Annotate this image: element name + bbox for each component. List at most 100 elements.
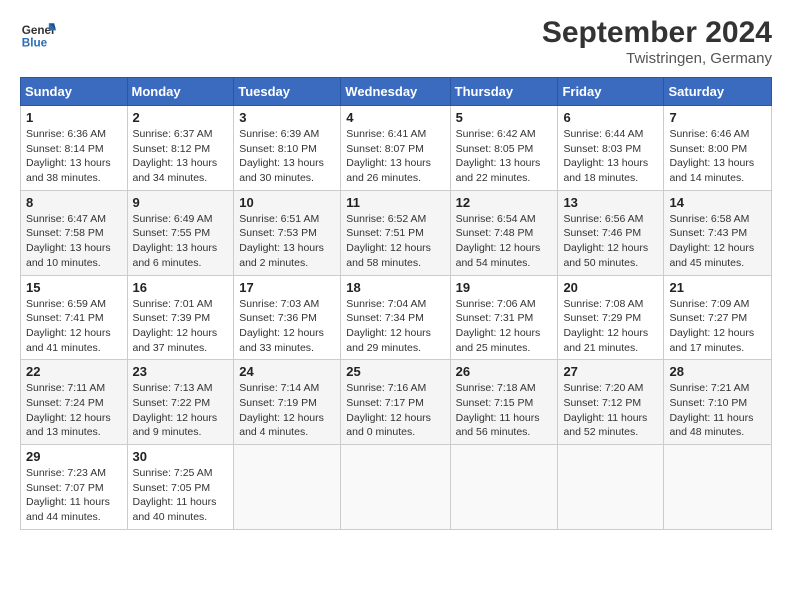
day-number: 24 (239, 364, 335, 379)
table-row (341, 445, 450, 530)
calendar-week-row: 15 Sunrise: 6:59 AMSunset: 7:41 PMDayligh… (21, 275, 772, 360)
day-number: 25 (346, 364, 444, 379)
table-row: 19 Sunrise: 7:06 AMSunset: 7:31 PMDayligh… (450, 275, 558, 360)
table-row: 24 Sunrise: 7:14 AMSunset: 7:19 PMDayligh… (234, 360, 341, 445)
day-number: 5 (456, 110, 553, 125)
title-block: September 2024 Twistringen, Germany (542, 16, 772, 67)
day-info: Sunrise: 7:13 AMSunset: 7:22 PMDaylight:… (133, 381, 229, 440)
day-info: Sunrise: 7:23 AMSunset: 7:07 PMDaylight:… (26, 466, 122, 525)
table-row: 4 Sunrise: 6:41 AMSunset: 8:07 PMDaylight… (341, 106, 450, 191)
table-row: 28Sunrise: 7:21 AMSunset: 7:10 PMDayligh… (664, 360, 772, 445)
table-row: 8 Sunrise: 6:47 AMSunset: 7:58 PMDaylight… (21, 190, 128, 275)
day-number: 16 (133, 280, 229, 295)
day-info: Sunrise: 7:20 AMSunset: 7:12 PMDaylight:… (563, 381, 658, 440)
day-info: Sunrise: 7:08 AMSunset: 7:29 PMDaylight:… (563, 297, 658, 356)
day-info: Sunrise: 6:41 AMSunset: 8:07 PMDaylight:… (346, 127, 444, 186)
col-tuesday: Tuesday (234, 78, 341, 106)
day-number: 8 (26, 195, 122, 210)
table-row: 10 Sunrise: 6:51 AMSunset: 7:53 PMDayligh… (234, 190, 341, 275)
table-row: 20 Sunrise: 7:08 AMSunset: 7:29 PMDayligh… (558, 275, 664, 360)
table-row: 22Sunrise: 7:11 AMSunset: 7:24 PMDayligh… (21, 360, 128, 445)
day-info: Sunrise: 6:36 AMSunset: 8:14 PMDaylight:… (26, 127, 122, 186)
day-number: 3 (239, 110, 335, 125)
table-row: 16 Sunrise: 7:01 AMSunset: 7:39 PMDayligh… (127, 275, 234, 360)
logo: General Blue (20, 16, 56, 52)
day-number: 4 (346, 110, 444, 125)
table-row: 6 Sunrise: 6:44 AMSunset: 8:03 PMDaylight… (558, 106, 664, 191)
day-number: 23 (133, 364, 229, 379)
table-row: 21Sunrise: 7:09 AMSunset: 7:27 PMDayligh… (664, 275, 772, 360)
day-info: Sunrise: 6:56 AMSunset: 7:46 PMDaylight:… (563, 212, 658, 271)
table-row: 2Sunrise: 6:37 AMSunset: 8:12 PMDaylight… (127, 106, 234, 191)
day-info: Sunrise: 7:14 AMSunset: 7:19 PMDaylight:… (239, 381, 335, 440)
table-row: 30 Sunrise: 7:25 AMSunset: 7:05 PMDayligh… (127, 445, 234, 530)
page-title: September 2024 (542, 16, 772, 50)
calendar-table: Sunday Monday Tuesday Wednesday Thursday… (20, 77, 772, 530)
day-info: Sunrise: 7:06 AMSunset: 7:31 PMDaylight:… (456, 297, 553, 356)
day-info: Sunrise: 6:58 AMSunset: 7:43 PMDaylight:… (669, 212, 766, 271)
day-number: 21 (669, 280, 766, 295)
day-number: 30 (133, 449, 229, 464)
day-info: Sunrise: 6:49 AMSunset: 7:55 PMDaylight:… (133, 212, 229, 271)
table-row: 12 Sunrise: 6:54 AMSunset: 7:48 PMDayligh… (450, 190, 558, 275)
calendar-header-row: Sunday Monday Tuesday Wednesday Thursday… (21, 78, 772, 106)
col-thursday: Thursday (450, 78, 558, 106)
day-number: 10 (239, 195, 335, 210)
table-row: 25 Sunrise: 7:16 AMSunset: 7:17 PMDayligh… (341, 360, 450, 445)
day-info: Sunrise: 6:52 AMSunset: 7:51 PMDaylight:… (346, 212, 444, 271)
day-info: Sunrise: 7:04 AMSunset: 7:34 PMDaylight:… (346, 297, 444, 356)
day-number: 12 (456, 195, 553, 210)
day-info: Sunrise: 7:01 AMSunset: 7:39 PMDaylight:… (133, 297, 229, 356)
table-row: 18Sunrise: 7:04 AMSunset: 7:34 PMDayligh… (341, 275, 450, 360)
table-row: 5 Sunrise: 6:42 AMSunset: 8:05 PMDaylight… (450, 106, 558, 191)
table-row: 13 Sunrise: 6:56 AMSunset: 7:46 PMDayligh… (558, 190, 664, 275)
svg-text:Blue: Blue (22, 37, 48, 50)
page-subtitle: Twistringen, Germany (542, 50, 772, 67)
table-row: 7Sunrise: 6:46 AMSunset: 8:00 PMDaylight… (664, 106, 772, 191)
table-row (664, 445, 772, 530)
day-number: 11 (346, 195, 444, 210)
table-row: 27 Sunrise: 7:20 AMSunset: 7:12 PMDayligh… (558, 360, 664, 445)
day-info: Sunrise: 7:25 AMSunset: 7:05 PMDaylight:… (133, 466, 229, 525)
table-row: 14 Sunrise: 6:58 AMSunset: 7:43 PMDayligh… (664, 190, 772, 275)
table-row: 9 Sunrise: 6:49 AMSunset: 7:55 PMDaylight… (127, 190, 234, 275)
day-info: Sunrise: 7:11 AMSunset: 7:24 PMDaylight:… (26, 381, 122, 440)
day-info: Sunrise: 6:39 AMSunset: 8:10 PMDaylight:… (239, 127, 335, 186)
table-row: 23 Sunrise: 7:13 AMSunset: 7:22 PMDayligh… (127, 360, 234, 445)
day-info: Sunrise: 6:54 AMSunset: 7:48 PMDaylight:… (456, 212, 553, 271)
table-row: 1 Sunrise: 6:36 AMSunset: 8:14 PMDaylight… (21, 106, 128, 191)
day-number: 7 (669, 110, 766, 125)
day-info: Sunrise: 7:18 AMSunset: 7:15 PMDaylight:… (456, 381, 553, 440)
col-wednesday: Wednesday (341, 78, 450, 106)
table-row: 26 Sunrise: 7:18 AMSunset: 7:15 PMDayligh… (450, 360, 558, 445)
table-row: 29 Sunrise: 7:23 AMSunset: 7:07 PMDayligh… (21, 445, 128, 530)
day-number: 19 (456, 280, 553, 295)
day-number: 17 (239, 280, 335, 295)
calendar-week-row: 8 Sunrise: 6:47 AMSunset: 7:58 PMDaylight… (21, 190, 772, 275)
table-row: 17Sunrise: 7:03 AMSunset: 7:36 PMDayligh… (234, 275, 341, 360)
col-friday: Friday (558, 78, 664, 106)
day-number: 13 (563, 195, 658, 210)
calendar-week-row: 29 Sunrise: 7:23 AMSunset: 7:07 PMDayligh… (21, 445, 772, 530)
day-number: 26 (456, 364, 553, 379)
day-number: 20 (563, 280, 658, 295)
day-info: Sunrise: 6:51 AMSunset: 7:53 PMDaylight:… (239, 212, 335, 271)
table-row (558, 445, 664, 530)
day-info: Sunrise: 6:59 AMSunset: 7:41 PMDaylight:… (26, 297, 122, 356)
day-number: 9 (133, 195, 229, 210)
day-info: Sunrise: 6:42 AMSunset: 8:05 PMDaylight:… (456, 127, 553, 186)
day-number: 2 (133, 110, 229, 125)
day-info: Sunrise: 6:44 AMSunset: 8:03 PMDaylight:… (563, 127, 658, 186)
table-row (234, 445, 341, 530)
day-number: 29 (26, 449, 122, 464)
day-info: Sunrise: 7:16 AMSunset: 7:17 PMDaylight:… (346, 381, 444, 440)
day-number: 1 (26, 110, 122, 125)
day-number: 6 (563, 110, 658, 125)
header: General Blue September 2024 Twistringen,… (20, 16, 772, 67)
day-number: 15 (26, 280, 122, 295)
day-number: 28 (669, 364, 766, 379)
day-number: 14 (669, 195, 766, 210)
calendar-week-row: 1 Sunrise: 6:36 AMSunset: 8:14 PMDaylight… (21, 106, 772, 191)
day-info: Sunrise: 6:47 AMSunset: 7:58 PMDaylight:… (26, 212, 122, 271)
day-number: 27 (563, 364, 658, 379)
